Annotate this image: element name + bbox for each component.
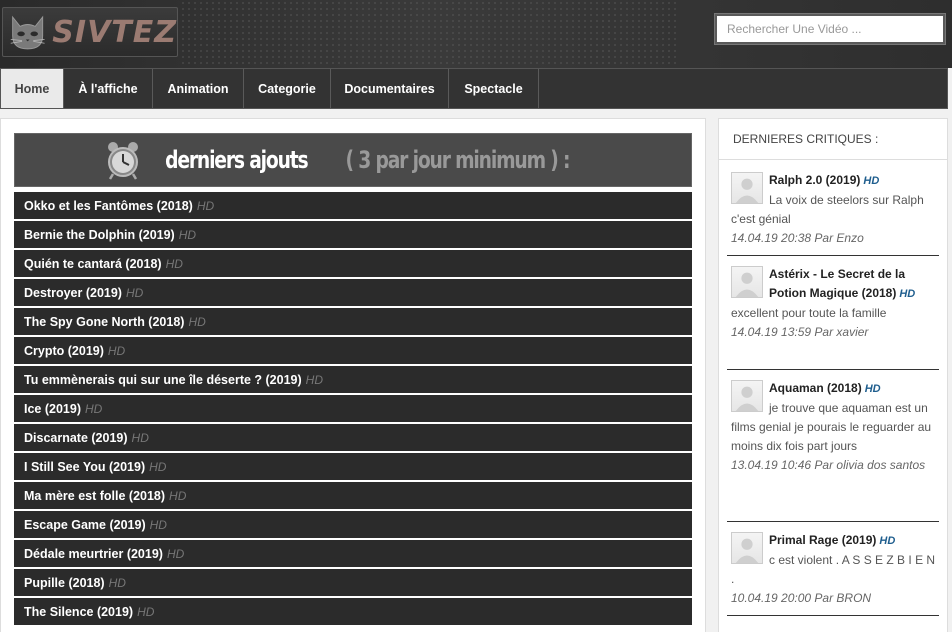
critique-divider — [727, 255, 939, 256]
hd-badge: HD — [196, 198, 215, 213]
hd-badge: HD — [149, 517, 167, 532]
alarm-clock-icon — [108, 142, 139, 180]
sidebar-divider — [719, 159, 947, 160]
avatar-icon — [731, 172, 763, 204]
critique-item: Astérix - Le Secret de la Potion Magique… — [727, 265, 939, 342]
list-item-title[interactable]: Discarnate (2019) — [24, 431, 128, 445]
site-logo[interactable]: SIVTEZ — [2, 7, 178, 57]
list-item-title[interactable]: Pupille (2018) — [24, 576, 105, 590]
list-item[interactable]: I Still See You (2019) HD — [14, 453, 692, 480]
list-item-title[interactable]: Destroyer (2019) — [24, 286, 122, 300]
list-item[interactable]: The Spy Gone North (2018) HD — [14, 308, 692, 335]
avatar-icon — [731, 532, 763, 564]
banner-subtitle: ( 3 par jour minimum ) : — [345, 146, 570, 174]
list-item[interactable]: Ma mère est folle (2018) HD — [14, 482, 692, 509]
banner-title: derniers ajouts — [165, 146, 309, 174]
hd-badge: HD — [84, 401, 103, 416]
critique-title[interactable]: Aquaman (2018) — [769, 381, 862, 395]
hd-badge: HD — [188, 314, 206, 329]
list-item[interactable]: Dédale meurtrier (2019) HD — [14, 540, 692, 567]
list-item-title[interactable]: Ice (2019) — [24, 402, 81, 416]
list-item[interactable]: Discarnate (2019) HD — [14, 424, 692, 451]
tab-a-laffiche[interactable]: À l'affiche — [64, 69, 153, 108]
cat-logo-icon — [10, 15, 45, 50]
critique-title[interactable]: Astérix - Le Secret de la Potion Magique… — [769, 267, 905, 300]
hd-badge: HD — [899, 288, 916, 300]
site-header: SIVTEZ — [0, 0, 952, 68]
list-item-title[interactable]: Tu emmènerais qui sur une île déserte ? … — [24, 373, 302, 387]
list-item-title[interactable]: Dédale meurtrier (2019) — [24, 547, 163, 561]
list-item[interactable]: Crypto (2019) HD — [14, 337, 692, 364]
list-item-title[interactable]: The Silence (2019) — [24, 605, 133, 619]
main-nav: Home À l'affiche Animation Categorie Doc… — [0, 68, 948, 109]
latest-additions-banner: derniers ajouts ( 3 par jour minimum ) : — [14, 133, 692, 187]
critique-meta: 10.04.19 20:00 Par BRON — [731, 591, 872, 605]
critique-meta: 14.04.19 13:59 Par xavier — [731, 325, 869, 339]
list-item[interactable]: The Silence (2019) HD — [14, 598, 692, 625]
hd-badge: HD — [125, 285, 144, 300]
list-item[interactable]: Destroyer (2019) HD — [14, 279, 692, 306]
list-item-title[interactable]: Okko et les Fantômes (2018) — [24, 199, 193, 213]
hd-badge: HD — [107, 343, 126, 358]
search-box — [714, 13, 946, 45]
hd-badge: HD — [165, 256, 183, 271]
critique-divider — [727, 615, 939, 616]
hd-badge: HD — [879, 535, 896, 547]
hd-badge: HD — [864, 383, 881, 395]
tab-documentaires[interactable]: Documentaires — [331, 69, 449, 108]
list-item-title[interactable]: Escape Game (2019) — [24, 518, 146, 532]
list-item[interactable]: Escape Game (2019) HD — [14, 511, 692, 538]
list-item-title[interactable]: Ma mère est folle (2018) — [24, 489, 165, 503]
critique-item: Primal Rage (2019) HD c est violent . A S … — [727, 531, 939, 608]
avatar-icon — [731, 380, 763, 412]
list-item-title[interactable]: I Still See You (2019) — [24, 460, 145, 474]
critique-title[interactable]: Primal Rage (2019) — [769, 533, 876, 547]
hd-badge: HD — [137, 604, 155, 619]
list-item[interactable]: Tu emmènerais qui sur une île déserte ? … — [14, 366, 692, 393]
critique-item: Ralph 2.0 (2019) HD La voix de steelors su… — [727, 171, 939, 248]
hd-badge: HD — [305, 372, 323, 387]
tab-spectacle[interactable]: Spectacle — [449, 69, 539, 108]
critique-meta: 14.04.19 20:38 Par Enzo — [731, 231, 864, 245]
critique-meta: 13.04.19 10:46 Par olivia dos santos — [731, 458, 926, 472]
tab-animation[interactable]: Animation — [153, 69, 244, 108]
hd-badge: HD — [149, 459, 167, 474]
list-item[interactable]: Ice (2019) HD — [14, 395, 692, 422]
list-item-title[interactable]: Bernie the Dolphin (2019) — [24, 228, 175, 242]
tab-categorie[interactable]: Categorie — [244, 69, 331, 108]
critique-text: excellent pour toute la famille — [731, 306, 887, 320]
world-map-background — [180, 0, 680, 68]
hd-badge: HD — [166, 546, 185, 561]
critique-item: Aquaman (2018) HD je trouve que aquaman es… — [727, 379, 939, 475]
search-input[interactable] — [717, 16, 943, 42]
list-item-title[interactable]: Crypto (2019) — [24, 344, 104, 358]
sidebar: DERNIERES CRITIQUES : Ralph 2.0 (2019) HD… — [718, 118, 948, 632]
list-item[interactable]: Quién te cantará (2018) HD — [14, 250, 692, 277]
hd-badge: HD — [108, 575, 126, 590]
list-item[interactable]: Okko et les Fantômes (2018) HD — [14, 192, 692, 219]
critique-title[interactable]: Ralph 2.0 (2019) — [769, 173, 860, 187]
list-item-title[interactable]: Quién te cantará (2018) — [24, 257, 162, 271]
tab-home[interactable]: Home — [1, 69, 64, 108]
critique-divider — [727, 521, 939, 522]
hd-badge: HD — [169, 488, 187, 503]
hd-badge: HD — [863, 175, 880, 187]
hd-badge: HD — [178, 227, 197, 242]
list-item[interactable]: Pupille (2018) HD — [14, 569, 692, 596]
list-item[interactable]: Bernie the Dolphin (2019) HD — [14, 221, 692, 248]
sidebar-title: DERNIERES CRITIQUES : — [733, 132, 879, 146]
list-item-title[interactable]: The Spy Gone North (2018) — [24, 315, 184, 329]
avatar-icon — [731, 266, 763, 298]
critique-divider — [727, 369, 939, 370]
logo-text: SIVTEZ — [52, 14, 177, 50]
hd-badge: HD — [131, 430, 149, 445]
